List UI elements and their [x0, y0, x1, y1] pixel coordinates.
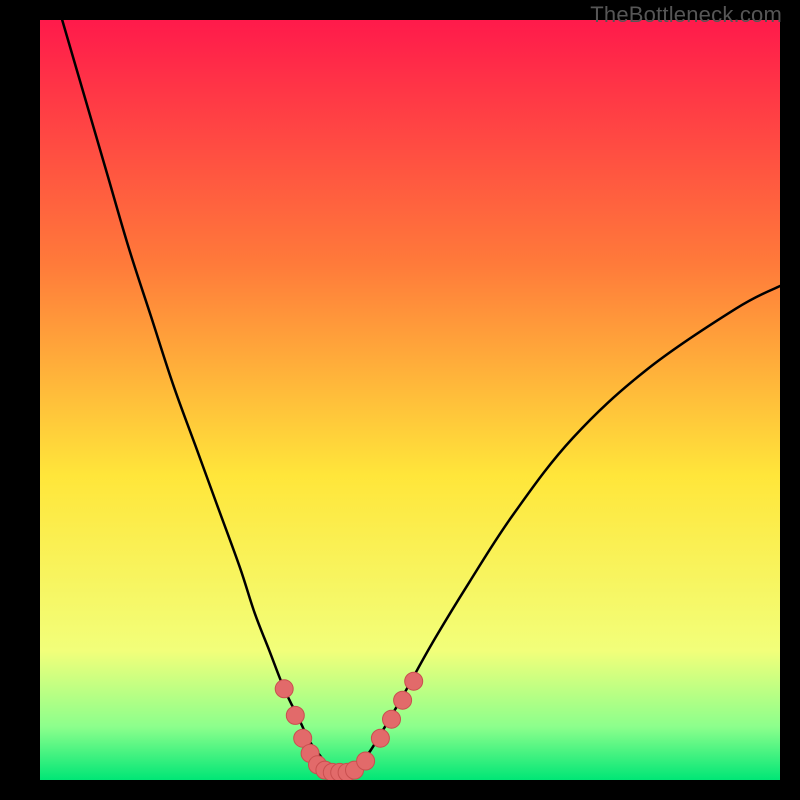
- watermark-text: TheBottleneck.com: [590, 2, 782, 28]
- data-point-marker: [383, 710, 401, 728]
- data-point-marker: [371, 729, 389, 747]
- data-point-marker: [357, 752, 375, 770]
- chart-svg: [40, 20, 780, 780]
- data-point-marker: [394, 691, 412, 709]
- data-point-marker: [405, 672, 423, 690]
- plot-area: [40, 20, 780, 780]
- chart-frame: TheBottleneck.com: [0, 0, 800, 800]
- gradient-background: [40, 20, 780, 780]
- data-point-marker: [275, 680, 293, 698]
- data-point-marker: [286, 706, 304, 724]
